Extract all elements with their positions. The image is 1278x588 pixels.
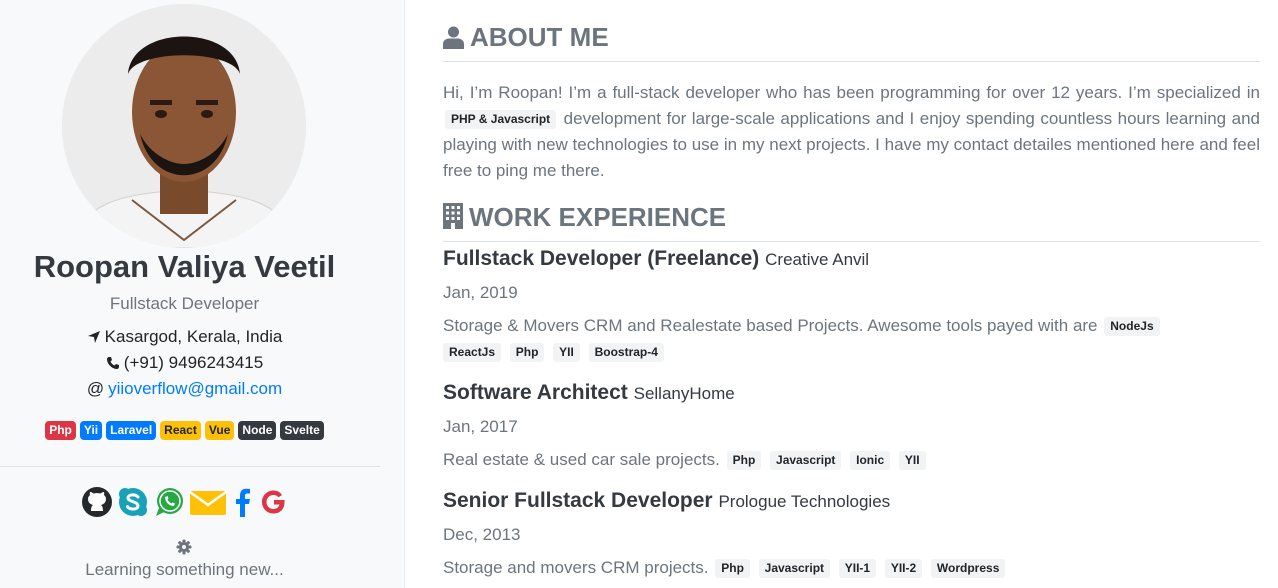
about-text-rest: development for large-scale applications…: [443, 109, 1260, 180]
job-description-text: Storage & Movers CRM and Realestate base…: [443, 316, 1098, 335]
job-description: Storage & Movers CRM and Realestate base…: [443, 313, 1203, 365]
email: @ yiioverflow@gmail.com: [0, 379, 369, 399]
tech-tag: YII: [553, 343, 580, 362]
tech-tag: Ionic: [850, 451, 891, 470]
tech-tag: Php: [509, 343, 545, 362]
phone-icon: [106, 357, 119, 369]
tech-tag: Javascript: [758, 559, 831, 578]
skill-badge: Svelte: [280, 421, 324, 440]
about-heading-text: ABOUT ME: [470, 22, 609, 52]
about-heading: ABOUT ME: [443, 22, 1260, 62]
google-icon[interactable]: [257, 486, 289, 518]
tech-tag: YII: [898, 451, 926, 470]
building-icon: [443, 203, 463, 229]
job-position: Senior Fullstack Developer: [443, 489, 713, 512]
job-description: Real estate & used car sale projects. Ph…: [443, 447, 1203, 473]
about-text-intro: Hi, I’m Roopan! I’m a full-stack develop…: [443, 83, 1260, 102]
skill-badge: Node: [238, 421, 277, 440]
github-icon[interactable]: [81, 486, 113, 518]
job-date: Jan, 2019: [443, 283, 518, 302]
social-links: [0, 486, 369, 518]
job-description-text: Real estate & used car sale projects.: [443, 450, 720, 469]
phone: (+91) 9496243415: [0, 353, 369, 373]
tech-tag: YII-1: [838, 559, 877, 578]
user-icon: [443, 26, 464, 49]
avatar-photo: [62, 4, 306, 248]
tech-tag: ReactJs: [443, 343, 502, 362]
location-arrow-icon: [87, 331, 100, 343]
phone-text: (+91) 9496243415: [123, 353, 264, 372]
avatar: [62, 4, 306, 248]
tech-tag: Boostrap-4: [588, 343, 664, 362]
tech-tag: Javascript: [770, 451, 842, 470]
skill-badge: Vue: [204, 421, 235, 440]
tech-tag: YII-2: [884, 559, 923, 578]
work-heading: WORK EXPERIENCE: [443, 202, 1260, 242]
job-company: Creative Anvil: [765, 250, 870, 269]
email-link[interactable]: yiioverflow@gmail.com: [108, 379, 282, 398]
skill-badge: Php: [45, 421, 76, 440]
job-company: SellanyHome: [633, 384, 735, 403]
profile-name: Roopan Valiya Veetil: [33, 249, 336, 284]
tech-tag: Php: [715, 559, 750, 578]
at-icon: @: [86, 379, 105, 398]
skill-badge: Yii: [79, 421, 103, 440]
about-text: Hi, I’m Roopan! I’m a full-stack develop…: [443, 80, 1260, 184]
whatsapp-icon[interactable]: [153, 486, 185, 518]
job-title: Senior Fullstack Developer Prologue Tech…: [443, 489, 890, 513]
work-heading-text: WORK EXPERIENCE: [469, 202, 727, 232]
profile-sidebar: Roopan Valiya Veetil Fullstack Developer…: [0, 0, 405, 588]
tech-tag: Php: [726, 451, 762, 470]
skill-badge: React: [160, 421, 201, 440]
job-date: Jan, 2017: [443, 417, 518, 436]
tech-tag: NodeJs: [1104, 317, 1160, 336]
facebook-icon[interactable]: [231, 486, 253, 518]
divider: [0, 466, 380, 467]
job-title: Fullstack Developer (Freelance) Creative…: [443, 247, 869, 271]
location: Kasargod, Kerala, India: [0, 327, 369, 347]
job-date: Dec, 2013: [443, 525, 521, 544]
skill-badge: Laravel: [106, 421, 157, 440]
job-company: Prologue Technologies: [718, 492, 891, 511]
skype-icon[interactable]: [117, 486, 149, 518]
envelope-icon[interactable]: [188, 486, 227, 518]
job-description: Storage and movers CRM projects. Php Jav…: [443, 555, 1203, 581]
gear-icon: [176, 539, 192, 555]
job-title: Software Architect SellanyHome: [443, 381, 735, 405]
skill-tag: PHP & Javascript: [445, 110, 557, 129]
location-text: Kasargod, Kerala, India: [104, 327, 283, 346]
tech-tag: Wordpress: [930, 559, 1006, 578]
profile-role: Fullstack Developer: [109, 294, 260, 313]
status-text: Learning something new...: [85, 560, 284, 579]
skill-badges: Php Yii Laravel React Vue Node Svelte: [0, 421, 369, 440]
job-position: Software Architect: [443, 381, 628, 404]
job-position: Fullstack Developer (Freelance): [443, 247, 760, 270]
job-description-text: Storage and movers CRM projects.: [443, 558, 709, 577]
